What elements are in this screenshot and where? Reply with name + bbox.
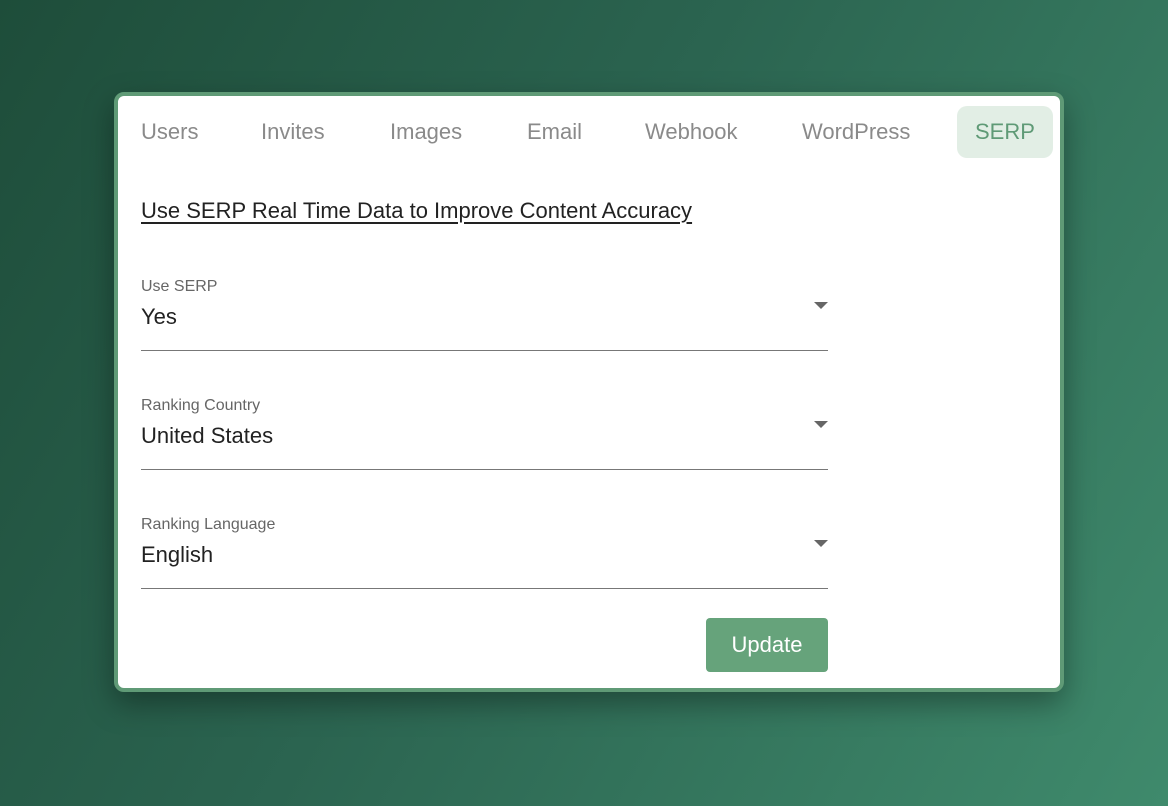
ranking-country-value: United States xyxy=(141,423,274,448)
tab-bar: Users Invites Images Email Webhook WordP… xyxy=(118,96,1060,166)
use-serp-value: Yes xyxy=(141,304,177,329)
ranking-country-label: Ranking Country xyxy=(141,397,261,414)
tab-email[interactable]: Email xyxy=(527,106,582,158)
ranking-language-value: English xyxy=(141,542,214,567)
settings-card: Users Invites Images Email Webhook WordP… xyxy=(114,92,1064,692)
caret-down-icon xyxy=(814,421,828,428)
tab-images[interactable]: Images xyxy=(390,106,462,158)
section-heading-link[interactable]: Use SERP Real Time Data to Improve Conte… xyxy=(141,198,692,224)
ranking-country-select[interactable]: Ranking Country United States xyxy=(141,397,828,470)
ranking-language-label: Ranking Language xyxy=(141,516,276,533)
tab-webhook[interactable]: Webhook xyxy=(645,106,738,158)
tab-wordpress[interactable]: WordPress xyxy=(802,106,910,158)
update-button[interactable]: Update xyxy=(706,618,828,672)
caret-down-icon xyxy=(814,540,828,547)
caret-down-icon xyxy=(814,302,828,309)
use-serp-select[interactable]: Use SERP Yes xyxy=(141,278,828,351)
tab-users[interactable]: Users xyxy=(141,106,198,158)
tab-serp[interactable]: SERP xyxy=(957,106,1053,158)
tab-invites[interactable]: Invites xyxy=(261,106,325,158)
use-serp-label: Use SERP xyxy=(141,278,218,295)
ranking-language-select[interactable]: Ranking Language English xyxy=(141,516,828,589)
